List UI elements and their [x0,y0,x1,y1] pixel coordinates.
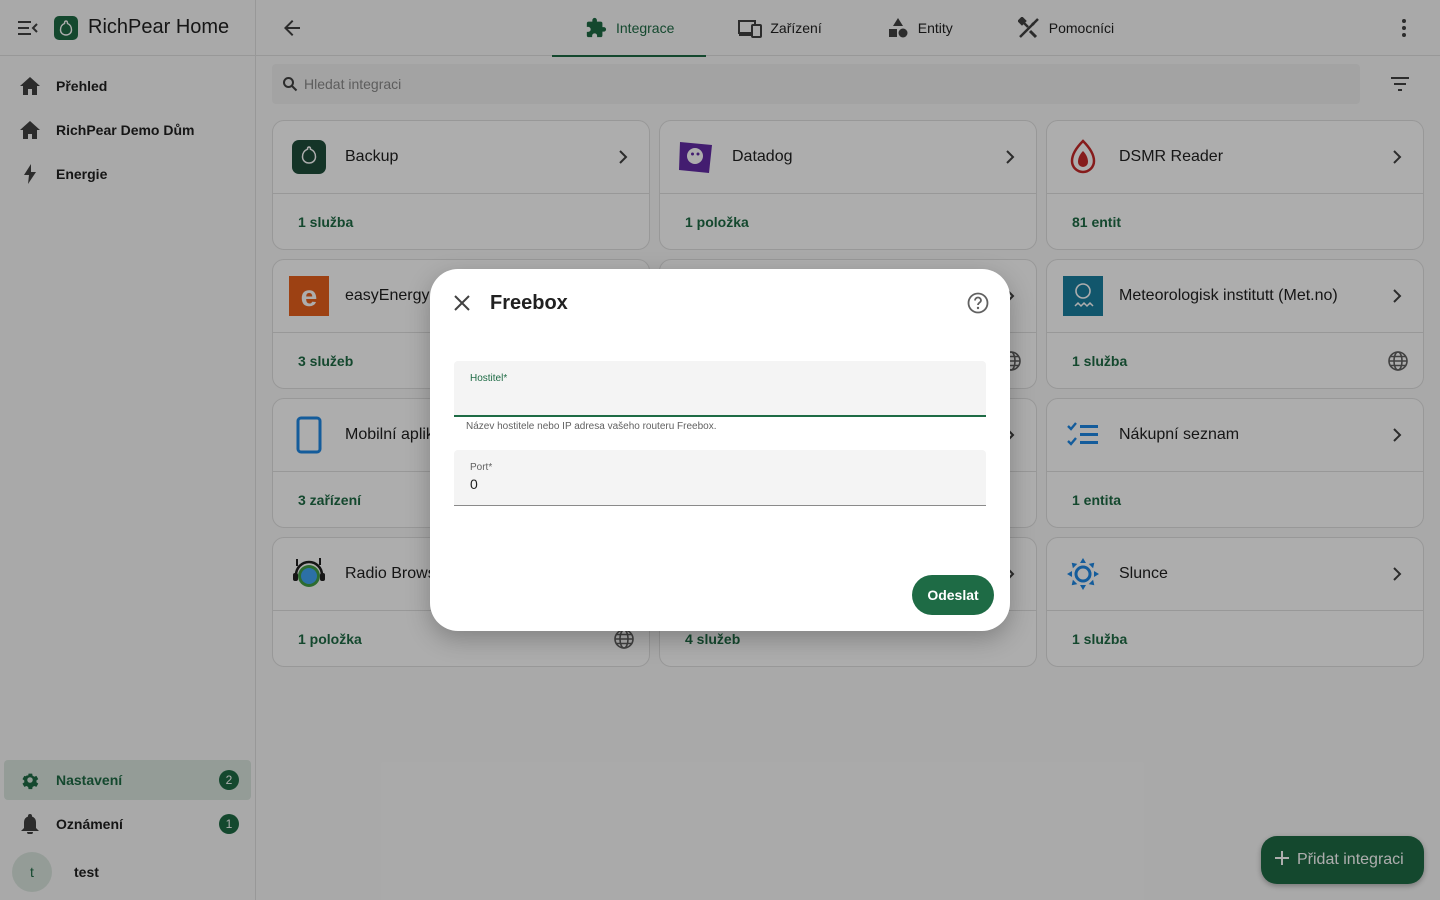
host-helper-text: Název hostitele nebo IP adresa vašeho ro… [466,421,717,432]
port-input[interactable] [470,476,970,492]
close-icon[interactable] [450,291,474,315]
host-label: Hostitel* [470,373,508,384]
submit-button[interactable]: Odeslat [912,575,994,615]
freebox-config-dialog: Freebox Hostitel* Název hostitele nebo I… [430,269,1010,631]
port-label: Port* [470,462,493,473]
port-field: Port* [454,450,986,506]
dialog-title: Freebox [490,292,568,314]
host-input[interactable] [470,387,970,403]
host-field: Hostitel* [454,361,986,417]
help-icon[interactable] [966,291,990,315]
